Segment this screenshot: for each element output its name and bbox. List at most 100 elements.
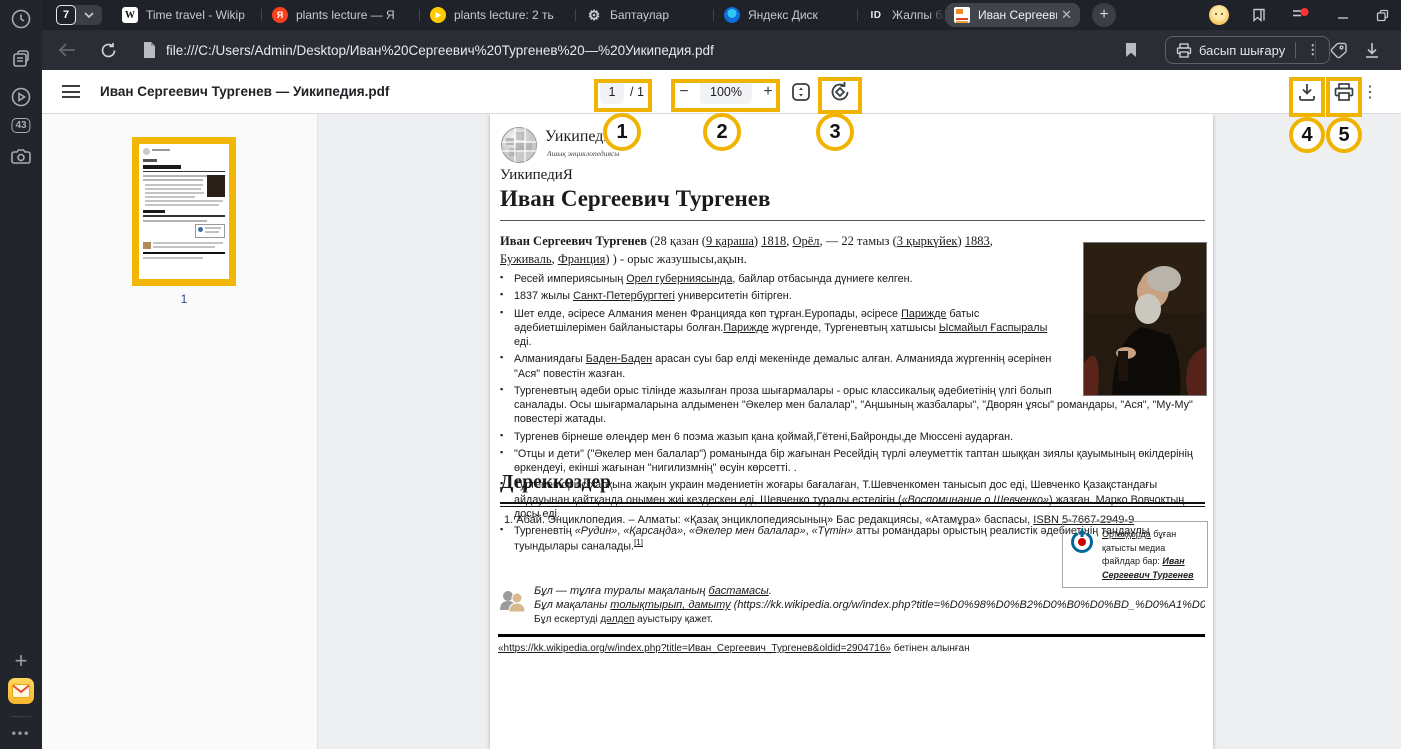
background-tabs: Time travel - Wikip plants lecture — Я pla…: [112, 0, 946, 30]
tab-wikipedia[interactable]: Time travel - Wikip: [112, 0, 262, 30]
tab-label-fade: [243, 0, 261, 30]
article-title: Иван Сергеевич Тургенев: [500, 186, 1205, 221]
link[interactable]: Орёл: [792, 234, 819, 248]
collections-tag-icon[interactable]: [1330, 42, 1348, 59]
link[interactable]: Ысмайыл Ғаспыралы: [939, 322, 1047, 334]
link[interactable]: 1883: [965, 234, 990, 248]
menu-notification-icon[interactable]: [1292, 7, 1310, 23]
tab-label-fade: [401, 0, 419, 30]
tab-bar: 7 Time travel - Wikip plants lecture — Я p…: [42, 0, 1401, 30]
link[interactable]: Ортаққорда: [1102, 529, 1151, 539]
footer-source-link[interactable]: «https://kk.wikipedia.org/w/index.php?ti…: [498, 643, 891, 654]
bullet-item: Алманиядағы Баден-Баден арасан суы бар е…: [500, 352, 1205, 381]
sidebar-more-icon[interactable]: •••: [12, 726, 31, 740]
sources-rule-bottom: [500, 506, 1205, 507]
bullet-item: Тургеневтың әдеби орыс тілінде жазылған …: [500, 384, 1205, 427]
printer-icon: [1176, 43, 1192, 58]
link[interactable]: 3 қыркүйек: [897, 234, 958, 248]
link[interactable]: Буживаль: [500, 252, 552, 266]
footer-divider: [498, 634, 1205, 637]
print-page-button[interactable]: басып шығару ⋮: [1165, 36, 1330, 64]
url-text[interactable]: file:///C:/Users/Admin/Desktop/Иван%20Се…: [166, 43, 714, 58]
zoom-level-input[interactable]: 100%: [700, 80, 752, 104]
back-icon[interactable]: [58, 43, 76, 57]
button-divider: [1295, 42, 1296, 58]
link[interactable]: бастамасы: [709, 585, 769, 597]
bookmark-filled-icon[interactable]: [1124, 42, 1138, 58]
downloads-icon[interactable]: [1364, 42, 1380, 59]
fit-to-page-icon[interactable]: [789, 81, 813, 103]
page-number-input[interactable]: 1: [600, 80, 624, 104]
link[interactable]: Орел губерниясында: [626, 273, 732, 285]
tab-label: plants lecture: 2 ть: [454, 8, 554, 22]
intro-bold-name: Иван Сергеевич Тургенев: [500, 234, 647, 248]
reload-icon[interactable]: [100, 42, 117, 59]
video-play-icon[interactable]: [10, 86, 32, 108]
link[interactable]: Парижде: [901, 308, 946, 320]
disk-favicon: [724, 7, 740, 23]
annotation-callout-2: 2: [703, 113, 741, 151]
link[interactable]: 9 қараша: [706, 234, 754, 248]
zoom-out-button[interactable]: −: [674, 80, 694, 104]
pdf-print-icon[interactable]: [1332, 81, 1356, 103]
bullet-item: 1837 жылы Санкт-Петербургтегі университе…: [500, 289, 1205, 303]
tab-label: Яндекс Диск: [748, 8, 818, 22]
rotate-icon[interactable]: [828, 81, 852, 103]
screenshot-camera-icon[interactable]: [9, 146, 33, 168]
stub-line-1: Бұл — тұлға туралы мақаланың бастамасы.: [534, 585, 772, 597]
pdf-download-icon[interactable]: [1295, 81, 1319, 103]
annotation-callout-4: 4: [1289, 117, 1325, 153]
tab-gear[interactable]: Баптаулар: [576, 0, 714, 30]
link[interactable]: Баден-Баден: [586, 353, 652, 365]
tab-count-badge[interactable]: 43: [11, 118, 30, 133]
link[interactable]: Франция: [558, 252, 606, 266]
thumbnail-panel: 1: [42, 114, 318, 749]
pdf-menu-icon[interactable]: [62, 85, 80, 98]
pdf-content-area: 1 УикипедиЯ Ашық энциклопедиясы Уикипеди…: [42, 114, 1401, 749]
tab-disk[interactable]: Яндекс Диск: [714, 0, 858, 30]
print-options-kebab[interactable]: ⋮: [1302, 42, 1323, 58]
tab-play[interactable]: plants lecture: 2 ть: [420, 0, 576, 30]
site-name: УикипедиЯ: [500, 167, 573, 184]
link[interactable]: Парижде: [723, 322, 768, 334]
thumbnail-page-1[interactable]: [132, 137, 236, 286]
sources-rule-top: [500, 502, 1205, 504]
tab-panels-icon[interactable]: [10, 48, 32, 70]
pdf-toolbar: Иван Сергеевич Тургенев — Уикипедия.pdf …: [42, 70, 1401, 114]
restore-button[interactable]: [1373, 7, 1391, 23]
profile-avatar[interactable]: [1209, 5, 1229, 25]
zoom-in-button[interactable]: +: [758, 80, 778, 104]
bullet-item: Тургенев бірнеше өлеңдер мен 6 поэма жаз…: [500, 430, 1205, 444]
bookmarks-panel-icon[interactable]: [1250, 7, 1268, 23]
tab-label-fade: [927, 0, 945, 30]
link[interactable]: 1818: [761, 234, 786, 248]
wikipedia-globe-logo: [500, 126, 538, 169]
page-total-label: / 1: [630, 85, 644, 99]
tab-id[interactable]: Жалпы баптаулар: [858, 0, 946, 30]
annotation-callout-5: 5: [1326, 117, 1362, 153]
yandex-mail-icon[interactable]: [8, 678, 34, 704]
address-bar: file:///C:/Users/Admin/Desktop/Иван%20Се…: [42, 30, 1401, 70]
sidebar-add-icon[interactable]: +: [15, 648, 28, 674]
link[interactable]: дәлдеп: [600, 614, 634, 625]
tab-active-pdf[interactable]: Иван Сергееви ✕: [946, 3, 1080, 27]
stub-edit-url[interactable]: (https://kk.wikipedia.org/w/index.php?ti…: [734, 599, 1205, 611]
minimize-button[interactable]: [1334, 7, 1352, 23]
article-intro: Иван Сергеевич Тургенев (28 қазан (9 қар…: [500, 233, 1045, 269]
link[interactable]: толықтырып, дамыту: [610, 599, 730, 611]
tab-label: Time travel - Wikip: [146, 8, 245, 22]
pdf-page: УикипедиЯ Ашық энциклопедиясы УикипедиЯ …: [490, 114, 1213, 749]
history-icon[interactable]: [10, 8, 32, 30]
commons-text: Ортаққорда бұған қатысты медиа файлдар б…: [1102, 528, 1201, 581]
page-file-icon[interactable]: [143, 42, 156, 58]
tab-yandex[interactable]: plants lecture — Я: [262, 0, 420, 30]
tab-counter-control[interactable]: 7: [56, 5, 102, 25]
tab-label-fade: [839, 0, 857, 30]
tab-close-icon[interactable]: ✕: [1061, 7, 1072, 23]
play-favicon: [430, 7, 446, 23]
link[interactable]: [1]: [634, 538, 643, 547]
stub-people-icon: [498, 588, 526, 621]
new-tab-button[interactable]: +: [1092, 3, 1116, 27]
link[interactable]: Санкт-Петербургтегі: [573, 290, 675, 302]
pdf-more-kebab[interactable]: ⋮: [1364, 81, 1376, 103]
